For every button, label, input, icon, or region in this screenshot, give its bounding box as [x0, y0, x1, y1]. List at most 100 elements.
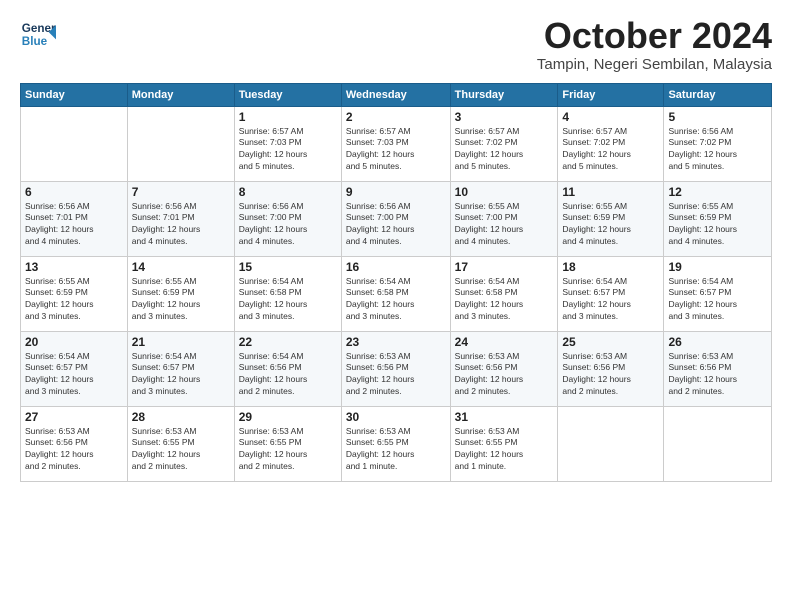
day-cell: 26 Sunrise: 6:53 AM Sunset: 6:56 PM Dayli… — [664, 331, 772, 406]
day-info: Sunrise: 6:54 AM Sunset: 6:57 PM Dayligh… — [25, 351, 123, 399]
day-cell: 17Sunrise: 6:54 AM Sunset: 6:58 PM Dayli… — [450, 256, 558, 331]
day-info: Sunrise: 6:57 AM Sunset: 7:03 PM Dayligh… — [346, 126, 446, 174]
day-number: 25 — [562, 335, 659, 349]
day-info: Sunrise: 6:53 AM Sunset: 6:56 PM Dayligh… — [668, 351, 767, 399]
svg-text:Blue: Blue — [22, 35, 48, 48]
calendar-table: SundayMondayTuesdayWednesdayThursdayFrid… — [20, 83, 772, 482]
day-cell: 29 Sunrise: 6:53 AM Sunset: 6:55 PM Dayli… — [234, 406, 341, 481]
day-cell: 18Sunrise: 6:54 AM Sunset: 6:57 PM Dayli… — [558, 256, 664, 331]
week-row-1: 1 Sunrise: 6:57 AM Sunset: 7:03 PM Daylig… — [21, 106, 772, 181]
day-info: Sunrise: 6:54 AM Sunset: 6:58 PM Dayligh… — [239, 276, 337, 324]
day-cell: 8Sunrise: 6:56 AM Sunset: 7:00 PM Daylig… — [234, 181, 341, 256]
day-info: Sunrise: 6:54 AM Sunset: 6:58 PM Dayligh… — [346, 276, 446, 324]
day-info: Sunrise: 6:53 AM Sunset: 6:56 PM Dayligh… — [346, 351, 446, 399]
day-number: 30 — [346, 410, 446, 424]
day-cell: 2 Sunrise: 6:57 AM Sunset: 7:03 PM Daylig… — [341, 106, 450, 181]
day-cell: 14 Sunrise: 6:55 AM Sunset: 6:59 PM Dayli… — [127, 256, 234, 331]
day-info: Sunrise: 6:56 AM Sunset: 7:01 PM Dayligh… — [132, 201, 230, 249]
title-section: October 2024 Tampin, Negeri Sembilan, Ma… — [537, 16, 772, 73]
day-number: 22 — [239, 335, 337, 349]
day-number: 8 — [239, 185, 337, 199]
day-cell: 16Sunrise: 6:54 AM Sunset: 6:58 PM Dayli… — [341, 256, 450, 331]
week-row-4: 20 Sunrise: 6:54 AM Sunset: 6:57 PM Dayli… — [21, 331, 772, 406]
day-cell — [21, 106, 128, 181]
day-cell: 21Sunrise: 6:54 AM Sunset: 6:57 PM Dayli… — [127, 331, 234, 406]
header-cell-tuesday: Tuesday — [234, 83, 341, 106]
day-cell: 3Sunrise: 6:57 AM Sunset: 7:02 PM Daylig… — [450, 106, 558, 181]
day-cell: 20 Sunrise: 6:54 AM Sunset: 6:57 PM Dayli… — [21, 331, 128, 406]
day-cell: 28 Sunrise: 6:53 AM Sunset: 6:55 PM Dayli… — [127, 406, 234, 481]
header-cell-thursday: Thursday — [450, 83, 558, 106]
day-cell — [127, 106, 234, 181]
logo: General Blue — [20, 16, 56, 52]
day-info: Sunrise: 6:55 AM Sunset: 6:59 PM Dayligh… — [562, 201, 659, 249]
day-number: 20 — [25, 335, 123, 349]
day-number: 24 — [455, 335, 554, 349]
day-info: Sunrise: 6:55 AM Sunset: 6:59 PM Dayligh… — [132, 276, 230, 324]
day-number: 19 — [668, 260, 767, 274]
day-info: Sunrise: 6:54 AM Sunset: 6:56 PM Dayligh… — [239, 351, 337, 399]
day-number: 14 — [132, 260, 230, 274]
day-info: Sunrise: 6:55 AM Sunset: 6:59 PM Dayligh… — [668, 201, 767, 249]
day-cell: 9Sunrise: 6:56 AM Sunset: 7:00 PM Daylig… — [341, 181, 450, 256]
day-number: 26 — [668, 335, 767, 349]
day-cell: 12 Sunrise: 6:55 AM Sunset: 6:59 PM Dayli… — [664, 181, 772, 256]
day-number: 1 — [239, 110, 337, 124]
header-row: SundayMondayTuesdayWednesdayThursdayFrid… — [21, 83, 772, 106]
day-info: Sunrise: 6:54 AM Sunset: 6:57 PM Dayligh… — [668, 276, 767, 324]
header-cell-monday: Monday — [127, 83, 234, 106]
day-cell: 24 Sunrise: 6:53 AM Sunset: 6:56 PM Dayli… — [450, 331, 558, 406]
day-info: Sunrise: 6:54 AM Sunset: 6:57 PM Dayligh… — [562, 276, 659, 324]
day-number: 9 — [346, 185, 446, 199]
day-info: Sunrise: 6:53 AM Sunset: 6:55 PM Dayligh… — [455, 426, 554, 474]
header-cell-sunday: Sunday — [21, 83, 128, 106]
day-cell: 6Sunrise: 6:56 AM Sunset: 7:01 PM Daylig… — [21, 181, 128, 256]
day-cell: 31 Sunrise: 6:53 AM Sunset: 6:55 PM Dayli… — [450, 406, 558, 481]
day-cell: 30 Sunrise: 6:53 AM Sunset: 6:55 PM Dayli… — [341, 406, 450, 481]
day-info: Sunrise: 6:57 AM Sunset: 7:02 PM Dayligh… — [455, 126, 554, 174]
day-number: 28 — [132, 410, 230, 424]
day-number: 5 — [668, 110, 767, 124]
day-info: Sunrise: 6:56 AM Sunset: 7:02 PM Dayligh… — [668, 126, 767, 174]
day-number: 2 — [346, 110, 446, 124]
day-info: Sunrise: 6:53 AM Sunset: 6:55 PM Dayligh… — [132, 426, 230, 474]
day-number: 31 — [455, 410, 554, 424]
day-cell: 10 Sunrise: 6:55 AM Sunset: 7:00 PM Dayli… — [450, 181, 558, 256]
header-cell-saturday: Saturday — [664, 83, 772, 106]
day-info: Sunrise: 6:54 AM Sunset: 6:57 PM Dayligh… — [132, 351, 230, 399]
day-info: Sunrise: 6:53 AM Sunset: 6:56 PM Dayligh… — [455, 351, 554, 399]
day-cell: 1 Sunrise: 6:57 AM Sunset: 7:03 PM Daylig… — [234, 106, 341, 181]
day-cell — [558, 406, 664, 481]
month-title: October 2024 — [537, 16, 772, 56]
day-cell: 15 Sunrise: 6:54 AM Sunset: 6:58 PM Dayli… — [234, 256, 341, 331]
day-info: Sunrise: 6:53 AM Sunset: 6:56 PM Dayligh… — [562, 351, 659, 399]
day-info: Sunrise: 6:53 AM Sunset: 6:55 PM Dayligh… — [239, 426, 337, 474]
day-number: 29 — [239, 410, 337, 424]
logo-icon: General Blue — [20, 16, 56, 52]
day-info: Sunrise: 6:53 AM Sunset: 6:55 PM Dayligh… — [346, 426, 446, 474]
day-cell: 19 Sunrise: 6:54 AM Sunset: 6:57 PM Dayli… — [664, 256, 772, 331]
day-cell: 23Sunrise: 6:53 AM Sunset: 6:56 PM Dayli… — [341, 331, 450, 406]
day-cell — [664, 406, 772, 481]
header-cell-wednesday: Wednesday — [341, 83, 450, 106]
day-info: Sunrise: 6:53 AM Sunset: 6:56 PM Dayligh… — [25, 426, 123, 474]
day-number: 15 — [239, 260, 337, 274]
day-info: Sunrise: 6:57 AM Sunset: 7:02 PM Dayligh… — [562, 126, 659, 174]
day-cell: 7 Sunrise: 6:56 AM Sunset: 7:01 PM Daylig… — [127, 181, 234, 256]
day-info: Sunrise: 6:56 AM Sunset: 7:01 PM Dayligh… — [25, 201, 123, 249]
day-info: Sunrise: 6:55 AM Sunset: 7:00 PM Dayligh… — [455, 201, 554, 249]
location-title: Tampin, Negeri Sembilan, Malaysia — [537, 56, 772, 73]
day-cell: 22 Sunrise: 6:54 AM Sunset: 6:56 PM Dayli… — [234, 331, 341, 406]
header-cell-friday: Friday — [558, 83, 664, 106]
day-number: 13 — [25, 260, 123, 274]
week-row-5: 27Sunrise: 6:53 AM Sunset: 6:56 PM Dayli… — [21, 406, 772, 481]
day-info: Sunrise: 6:55 AM Sunset: 6:59 PM Dayligh… — [25, 276, 123, 324]
day-number: 7 — [132, 185, 230, 199]
day-number: 10 — [455, 185, 554, 199]
day-cell: 11 Sunrise: 6:55 AM Sunset: 6:59 PM Dayli… — [558, 181, 664, 256]
day-info: Sunrise: 6:57 AM Sunset: 7:03 PM Dayligh… — [239, 126, 337, 174]
day-cell: 25 Sunrise: 6:53 AM Sunset: 6:56 PM Dayli… — [558, 331, 664, 406]
day-number: 12 — [668, 185, 767, 199]
day-number: 11 — [562, 185, 659, 199]
day-cell: 13 Sunrise: 6:55 AM Sunset: 6:59 PM Dayli… — [21, 256, 128, 331]
